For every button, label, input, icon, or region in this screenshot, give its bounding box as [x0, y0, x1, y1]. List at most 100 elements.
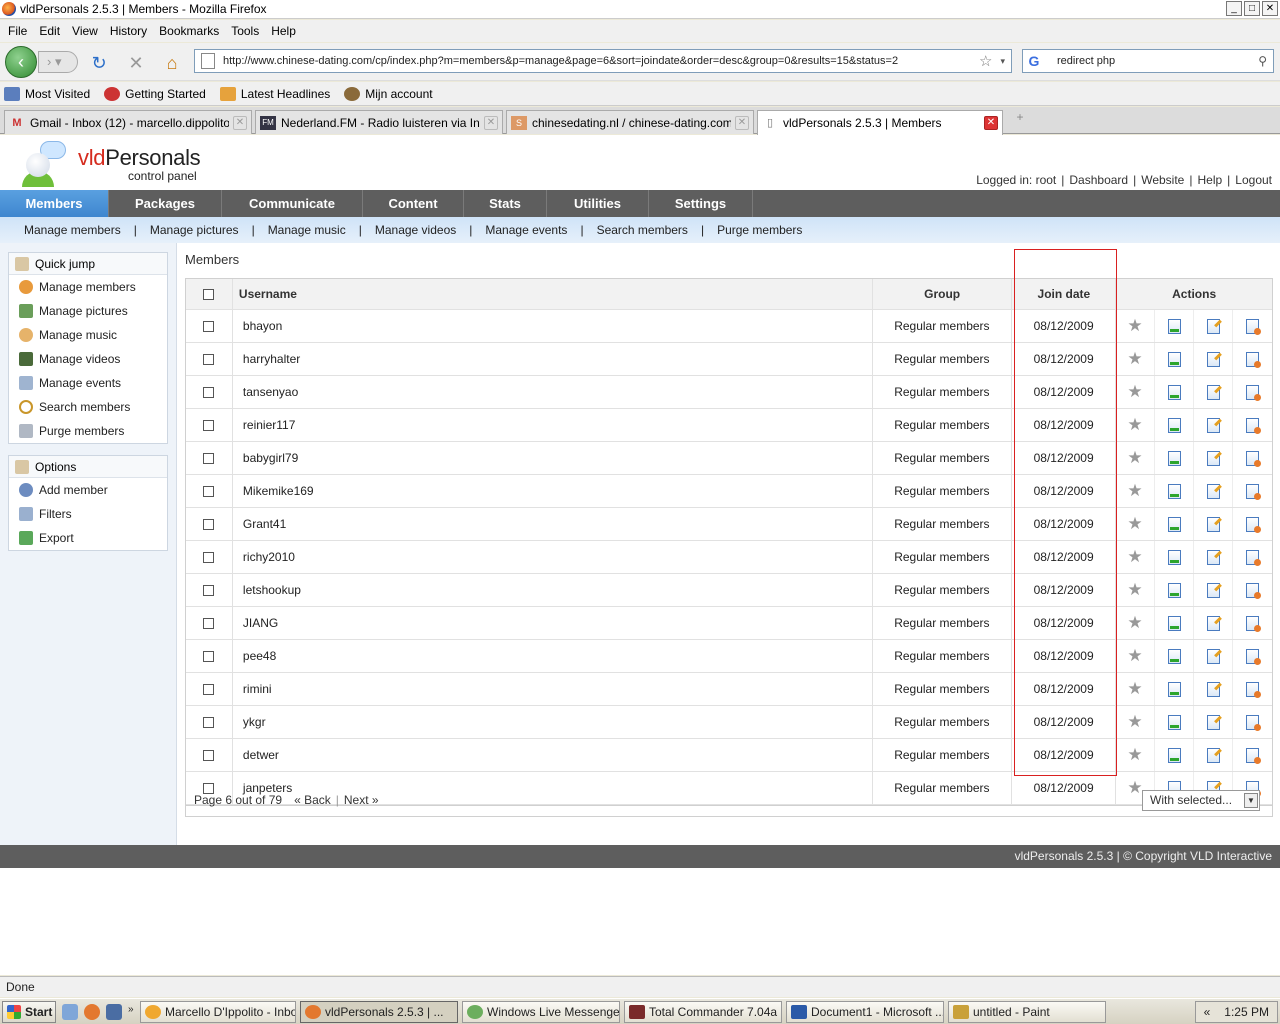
sidebar-item-manage-videos[interactable]: Manage videos — [9, 347, 167, 371]
subnav-manage-music[interactable]: Manage music — [268, 223, 346, 237]
forward-arrow-icon[interactable]: › ▾ — [38, 51, 78, 73]
select-all-checkbox[interactable] — [203, 288, 215, 300]
bookmark-latest-headlines[interactable]: Latest Headlines — [219, 86, 330, 101]
google-icon[interactable]: G — [1023, 51, 1045, 71]
edit-document-icon[interactable] — [1206, 351, 1220, 367]
edit-document-icon[interactable] — [1206, 549, 1220, 565]
task-total-commander[interactable]: Total Commander 7.04a ... — [624, 1000, 782, 1023]
bookmark-most-visited[interactable]: Most Visited — [4, 86, 90, 101]
ie-icon[interactable] — [62, 1003, 78, 1020]
website-link[interactable]: Website — [1141, 173, 1184, 187]
chevron-down-icon[interactable]: ▼ — [1244, 793, 1258, 808]
delete-document-icon[interactable] — [1246, 582, 1262, 599]
subnav-manage-pictures[interactable]: Manage pictures — [150, 223, 239, 237]
username-cell[interactable]: ykgr — [233, 706, 873, 738]
view-document-icon[interactable] — [1167, 714, 1181, 730]
view-document-icon[interactable] — [1167, 351, 1181, 367]
sidebar-item-manage-members[interactable]: Manage members — [9, 275, 167, 299]
delete-document-icon[interactable] — [1246, 714, 1262, 731]
delete-document-icon[interactable] — [1246, 615, 1262, 632]
row-checkbox[interactable] — [203, 650, 215, 662]
bookmark-star-icon[interactable]: ☆ — [979, 52, 992, 70]
url-dropdown-icon[interactable]: ▾ — [1000, 56, 1005, 67]
row-checkbox[interactable] — [203, 584, 215, 596]
edit-document-icon[interactable] — [1206, 747, 1220, 763]
tray-expand-icon[interactable]: « — [1204, 1005, 1211, 1019]
view-document-icon[interactable] — [1167, 549, 1181, 565]
username-cell[interactable]: rimini — [233, 673, 873, 705]
username-cell[interactable]: reinier117 — [233, 409, 873, 441]
star-icon[interactable]: ★ — [1127, 382, 1142, 402]
star-icon[interactable]: ★ — [1127, 481, 1142, 501]
close-window-button[interactable]: ✕ — [1262, 1, 1278, 16]
view-document-icon[interactable] — [1167, 582, 1181, 598]
view-document-icon[interactable] — [1167, 417, 1181, 433]
edit-document-icon[interactable] — [1206, 648, 1220, 664]
username-cell[interactable]: harryhalter — [233, 343, 873, 375]
row-checkbox[interactable] — [203, 452, 215, 464]
task-paint[interactable]: untitled - Paint — [948, 1000, 1106, 1023]
star-icon[interactable]: ★ — [1127, 316, 1142, 336]
lock-icon[interactable] — [106, 1003, 122, 1020]
delete-document-icon[interactable] — [1246, 483, 1262, 500]
menu-history[interactable]: History — [110, 24, 147, 38]
tab-vldpersonals[interactable]: ▯ vldPersonals 2.5.3 | Members ✕ — [757, 110, 1003, 135]
view-document-icon[interactable] — [1167, 747, 1181, 763]
username-cell[interactable]: bhayon — [233, 310, 873, 342]
logout-link[interactable]: Logout — [1235, 173, 1272, 187]
delete-document-icon[interactable] — [1246, 681, 1262, 698]
menu-view[interactable]: View — [72, 24, 98, 38]
delete-document-icon[interactable] — [1246, 516, 1262, 533]
delete-document-icon[interactable] — [1246, 417, 1262, 434]
expand-icon[interactable]: » — [128, 1004, 136, 1020]
stop-icon[interactable]: ✕ — [126, 53, 146, 73]
username-cell[interactable]: letshookup — [233, 574, 873, 606]
sidebar-item-manage-events[interactable]: Manage events — [9, 371, 167, 395]
delete-document-icon[interactable] — [1246, 351, 1262, 368]
tab-close-icon[interactable]: ✕ — [233, 115, 247, 130]
username-cell[interactable]: JIANG — [233, 607, 873, 639]
view-document-icon[interactable] — [1167, 384, 1181, 400]
username-cell[interactable]: richy2010 — [233, 541, 873, 573]
header-join-date[interactable]: Join date — [1012, 279, 1117, 309]
username-cell[interactable]: detwer — [233, 739, 873, 771]
sidebar-item-add-member[interactable]: Add member — [9, 478, 167, 502]
reload-icon[interactable]: ↻ — [89, 53, 109, 73]
row-checkbox[interactable] — [203, 749, 215, 761]
task-word[interactable]: Document1 - Microsoft ... — [786, 1000, 944, 1023]
search-input[interactable]: redirect php — [1057, 55, 1258, 67]
task-firefox[interactable]: vldPersonals 2.5.3 | ... — [300, 1000, 458, 1023]
view-document-icon[interactable] — [1167, 318, 1181, 334]
row-checkbox[interactable] — [203, 485, 215, 497]
tab-gmail[interactable]: M Gmail - Inbox (12) - marcello.dippolit… — [4, 110, 252, 134]
header-username[interactable]: Username — [233, 279, 873, 309]
dashboard-link[interactable]: Dashboard — [1069, 173, 1128, 187]
start-button[interactable]: Start — [2, 1000, 56, 1023]
task-thunderbird[interactable]: Marcello D'Ippolito - Inbo... — [140, 1000, 296, 1023]
edit-document-icon[interactable] — [1206, 483, 1220, 499]
username-cell[interactable]: pee48 — [233, 640, 873, 672]
star-icon[interactable]: ★ — [1127, 679, 1142, 699]
tab-nederland-fm[interactable]: FM Nederland.FM - Radio luisteren via In… — [255, 110, 503, 134]
star-icon[interactable]: ★ — [1127, 415, 1142, 435]
nav-settings[interactable]: Settings — [649, 190, 753, 217]
view-document-icon[interactable] — [1167, 450, 1181, 466]
menu-edit[interactable]: Edit — [39, 24, 60, 38]
view-document-icon[interactable] — [1167, 483, 1181, 499]
delete-document-icon[interactable] — [1246, 450, 1262, 467]
edit-document-icon[interactable] — [1206, 516, 1220, 532]
sidebar-item-purge-members[interactable]: Purge members — [9, 419, 167, 443]
minimize-button[interactable]: _ — [1226, 1, 1242, 16]
next-link[interactable]: Next » — [344, 793, 379, 807]
star-icon[interactable]: ★ — [1127, 349, 1142, 369]
edit-document-icon[interactable] — [1206, 450, 1220, 466]
tab-close-icon[interactable]: ✕ — [984, 116, 998, 130]
edit-document-icon[interactable] — [1206, 318, 1220, 334]
nav-stats[interactable]: Stats — [464, 190, 547, 217]
subnav-manage-events[interactable]: Manage events — [485, 223, 567, 237]
row-checkbox[interactable] — [203, 419, 215, 431]
star-icon[interactable]: ★ — [1127, 514, 1142, 534]
delete-document-icon[interactable] — [1246, 384, 1262, 401]
username-cell[interactable]: tansenyao — [233, 376, 873, 408]
row-checkbox[interactable] — [203, 683, 215, 695]
